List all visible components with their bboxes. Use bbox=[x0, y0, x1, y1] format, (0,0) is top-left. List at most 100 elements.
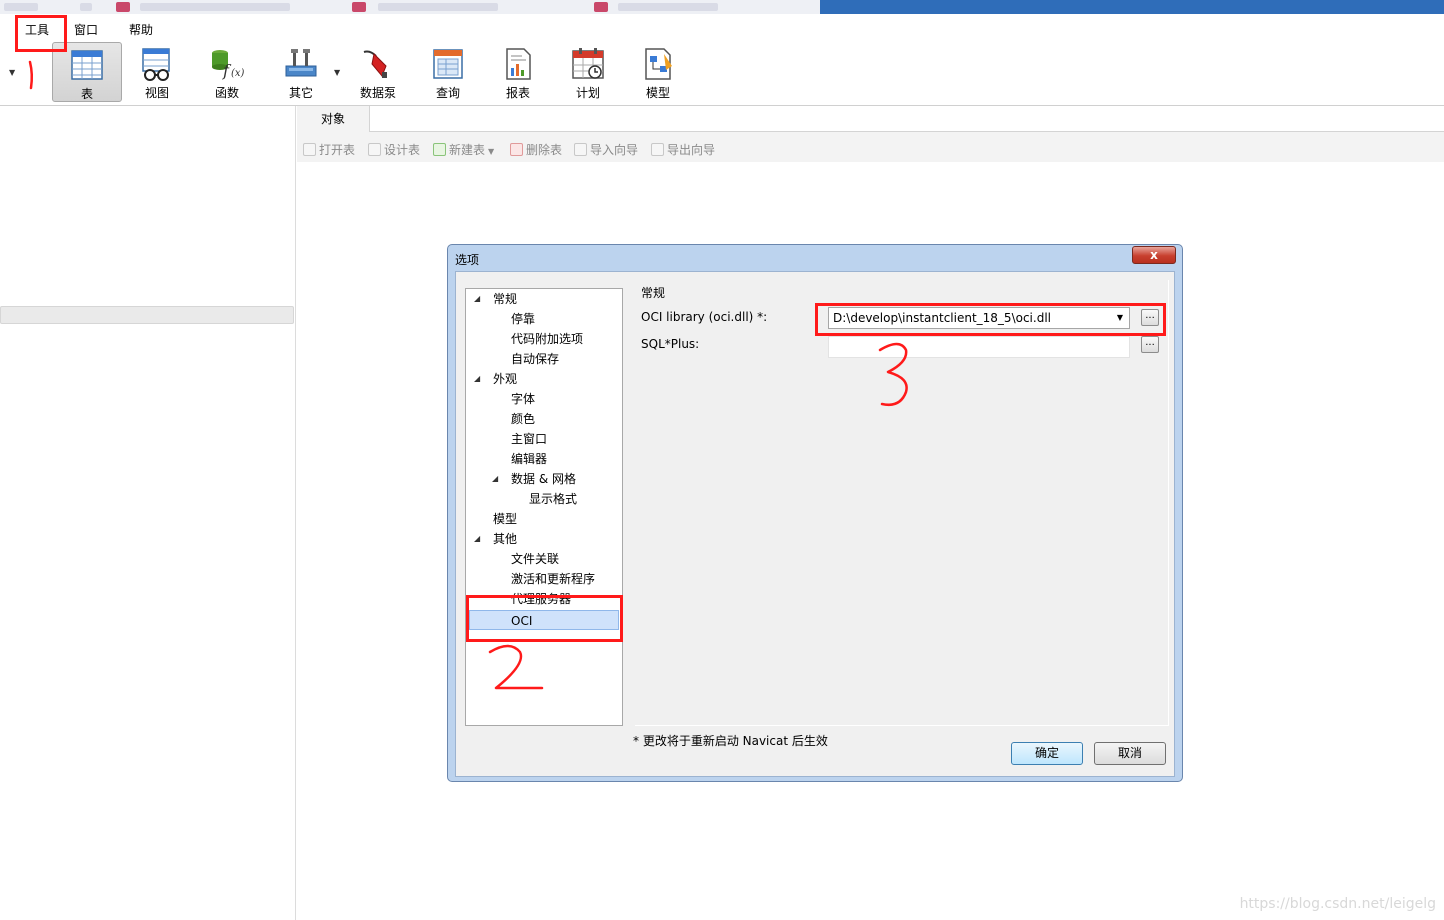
tree-item-model[interactable]: 模型 bbox=[493, 509, 517, 529]
dialog-title: 选项 bbox=[455, 253, 480, 267]
toolbar-report-label: 报表 bbox=[505, 86, 530, 100]
options-dialog: 选项 x ◢ 常规 停靠 代码附加选项 自动保存 ◢ 外观 字体 颜色 主窗口 … bbox=[447, 244, 1183, 782]
toolbar-data-pump-button[interactable]: 数据泵 bbox=[343, 42, 413, 102]
dialog-close-button[interactable]: x bbox=[1132, 246, 1176, 264]
toolbar-model-button[interactable]: 模型 bbox=[623, 42, 693, 102]
toolbar-table-button[interactable]: 表 bbox=[52, 42, 122, 102]
open-table-icon bbox=[303, 143, 316, 156]
new-table-label: 新建表 bbox=[449, 143, 486, 157]
tree-item-label: OCI bbox=[511, 614, 533, 628]
tree-item-label: 文件关联 bbox=[511, 552, 560, 566]
tree-expand-icon[interactable]: ◢ bbox=[474, 529, 480, 549]
tree-item-general[interactable]: ◢ 常规 bbox=[466, 289, 622, 309]
tab-objects[interactable]: 对象 bbox=[297, 106, 369, 132]
tree-item-main-window[interactable]: 主窗口 bbox=[511, 429, 547, 449]
toolbar-other-button[interactable]: 其它 bbox=[266, 42, 336, 102]
import-wizard-button[interactable]: 导入向导 bbox=[574, 141, 638, 158]
ok-button[interactable]: 确定 bbox=[1011, 742, 1083, 765]
tree-item-label: 编辑器 bbox=[511, 452, 548, 466]
import-wizard-label: 导入向导 bbox=[590, 143, 639, 157]
oci-library-value: D:\develop\instantclient_18_5\oci.dll bbox=[833, 311, 1051, 325]
new-table-button[interactable]: 新建表 ▼ bbox=[433, 141, 494, 158]
menu-window[interactable]: 窗口 bbox=[74, 21, 98, 38]
toolbar-function-label: 函数 bbox=[214, 86, 239, 100]
design-table-icon bbox=[368, 143, 381, 156]
toolbar-query-button[interactable]: 查询 bbox=[413, 42, 483, 102]
tree-item-editor[interactable]: 编辑器 bbox=[511, 449, 547, 469]
open-table-button[interactable]: 打开表 bbox=[303, 141, 355, 158]
toolbar-overflow-arrow-icon[interactable]: ▼ bbox=[9, 68, 15, 77]
tree-item-color[interactable]: 颜色 bbox=[511, 409, 535, 429]
connection-panel-scrollbar[interactable] bbox=[0, 306, 294, 324]
browse-icon: ... bbox=[1145, 337, 1155, 348]
toolbar-table-label: 表 bbox=[80, 87, 93, 101]
delete-table-icon bbox=[510, 143, 523, 156]
dialog-body: ◢ 常规 停靠 代码附加选项 自动保存 ◢ 外观 字体 颜色 主窗口 编辑器 ◢… bbox=[455, 271, 1175, 777]
tree-item-label: 其他 bbox=[493, 532, 518, 546]
menu-help[interactable]: 帮助 bbox=[129, 21, 153, 38]
export-wizard-button[interactable]: 导出向导 bbox=[651, 141, 715, 158]
toolbar-report-button[interactable]: 报表 bbox=[483, 42, 553, 102]
new-table-dropdown-icon[interactable]: ▼ bbox=[488, 147, 494, 156]
toolbar-other-label: 其它 bbox=[288, 86, 313, 100]
toolbar-schedule-button[interactable]: 计划 bbox=[553, 42, 623, 102]
tree-expand-icon[interactable]: ◢ bbox=[474, 289, 480, 309]
tree-item-label: 代理服务器 bbox=[511, 592, 572, 606]
tree-item-label: 颜色 bbox=[511, 412, 536, 426]
menubar: 工具 窗口 帮助 bbox=[0, 14, 1444, 40]
object-toolbar: 打开表 设计表 新建表 ▼ 删除表 导入向导 导出向导 bbox=[297, 132, 1444, 162]
tree-item-label: 主窗口 bbox=[511, 432, 548, 446]
other-icon bbox=[285, 49, 317, 77]
tree-item-data-grid[interactable]: ◢ 数据 & 网格 bbox=[486, 469, 622, 489]
oci-library-browse-button[interactable]: ... bbox=[1141, 309, 1159, 326]
main-toolbar: ▼ 表 视图 f (x) 函数 其它 ▼ 数据泵 查询 报表 计划 模型 bbox=[0, 40, 1444, 106]
sqlplus-input[interactable] bbox=[828, 336, 1130, 358]
toolbar-schedule-label: 计划 bbox=[575, 86, 600, 100]
tree-item-code-options[interactable]: 代码附加选项 bbox=[511, 329, 583, 349]
view-icon bbox=[142, 48, 170, 81]
section-title: 常规 bbox=[641, 286, 666, 300]
tree-item-file-association[interactable]: 文件关联 bbox=[511, 549, 559, 569]
tree-item-other[interactable]: ◢ 其他 bbox=[466, 529, 622, 549]
tree-item-docking[interactable]: 停靠 bbox=[511, 309, 535, 329]
report-icon bbox=[506, 48, 531, 80]
sqlplus-label: SQL*Plus: bbox=[641, 337, 700, 351]
chevron-down-icon[interactable]: ▼ bbox=[1117, 313, 1123, 322]
oci-library-combobox[interactable]: D:\develop\instantclient_18_5\oci.dll ▼ bbox=[828, 307, 1130, 329]
tree-item-label: 模型 bbox=[493, 512, 518, 526]
tree-item-display-format[interactable]: 显示格式 bbox=[529, 489, 577, 509]
object-tab-row: 对象 bbox=[297, 106, 1444, 132]
cancel-button[interactable]: 取消 bbox=[1094, 742, 1166, 765]
tree-item-label: 字体 bbox=[511, 392, 536, 406]
tree-item-appearance[interactable]: ◢ 外观 bbox=[466, 369, 622, 389]
tree-item-font[interactable]: 字体 bbox=[511, 389, 535, 409]
tree-item-oci[interactable]: OCI bbox=[469, 610, 619, 630]
tree-item-label: 停靠 bbox=[511, 312, 536, 326]
navicat-window: 工具 窗口 帮助 ▼ 表 视图 f (x) 函数 其它 ▼ 数据泵 查询 报表 … bbox=[0, 0, 1444, 920]
schedule-icon bbox=[572, 48, 604, 79]
toolbar-view-button[interactable]: 视图 bbox=[122, 42, 192, 102]
tree-item-label: 激活和更新程序 bbox=[511, 572, 596, 586]
tree-item-label: 自动保存 bbox=[511, 352, 560, 366]
sqlplus-browse-button[interactable]: ... bbox=[1141, 336, 1159, 353]
tree-item-label: 显示格式 bbox=[529, 492, 578, 506]
options-category-tree: ◢ 常规 停靠 代码附加选项 自动保存 ◢ 外观 字体 颜色 主窗口 编辑器 ◢… bbox=[465, 288, 623, 726]
tree-expand-icon[interactable]: ◢ bbox=[474, 369, 480, 389]
close-icon: x bbox=[1150, 248, 1158, 262]
tree-item-proxy[interactable]: 代理服务器 bbox=[511, 589, 571, 609]
design-table-label: 设计表 bbox=[384, 143, 421, 157]
delete-table-button[interactable]: 删除表 bbox=[510, 141, 562, 158]
tree-expand-icon[interactable]: ◢ bbox=[492, 469, 498, 489]
menu-tools[interactable]: 工具 bbox=[25, 21, 49, 38]
design-table-button[interactable]: 设计表 bbox=[368, 141, 420, 158]
toolbar-data-pump-label: 数据泵 bbox=[359, 86, 396, 100]
open-table-label: 打开表 bbox=[319, 143, 356, 157]
tree-item-autosave[interactable]: 自动保存 bbox=[511, 349, 559, 369]
table-icon bbox=[71, 50, 103, 80]
connection-panel bbox=[0, 106, 296, 920]
function-icon: f (x) bbox=[212, 50, 245, 80]
toolbar-other-dropdown-icon[interactable]: ▼ bbox=[334, 68, 340, 77]
toolbar-function-button[interactable]: f (x) 函数 bbox=[192, 42, 262, 102]
toolbar-query-label: 查询 bbox=[435, 86, 460, 100]
tree-item-activation-update[interactable]: 激活和更新程序 bbox=[511, 569, 595, 589]
